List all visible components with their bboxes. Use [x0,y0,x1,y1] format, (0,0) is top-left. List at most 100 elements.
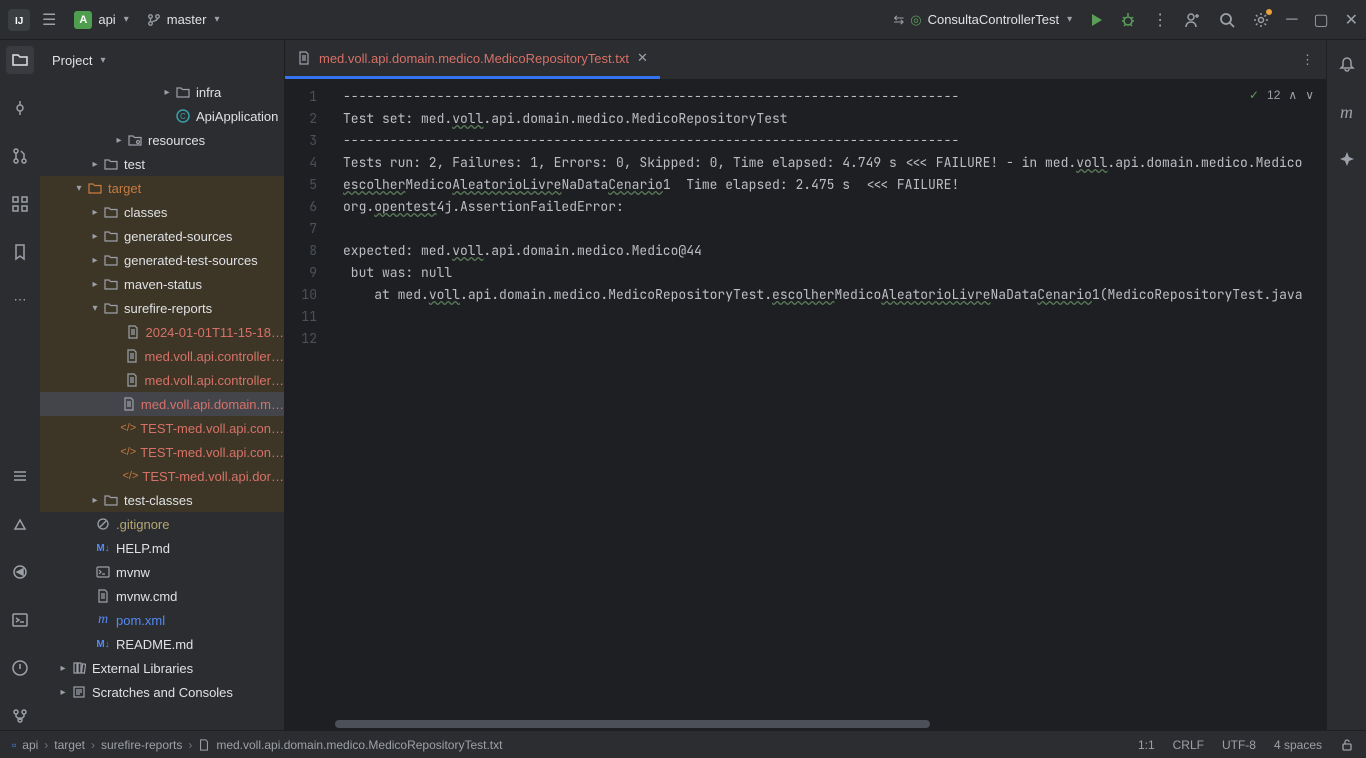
tree-chevron-icon[interactable]: ▸ [88,495,102,506]
run-config-selector[interactable]: ⇆ ◎ ConsultaControllerTest ▾ [893,12,1072,28]
tree-chevron-icon[interactable]: ▸ [88,255,102,266]
tree-item[interactable]: ▸resources [40,128,284,152]
tree-chevron-icon[interactable]: ▸ [88,279,102,290]
structure-tool-icon[interactable] [6,190,34,218]
tree-item[interactable]: med.voll.api.controller… [40,344,284,368]
right-tool-strip: m [1326,40,1366,730]
tree-chevron-icon[interactable]: ▾ [88,303,102,314]
tree-item[interactable]: ▸infra [40,80,284,104]
pull-requests-icon[interactable] [6,142,34,170]
minimize-icon[interactable]: ─ [1286,11,1297,29]
tree-item[interactable]: 2024-01-01T11-15-18… [40,320,284,344]
close-tab-icon[interactable]: ✕ [637,50,648,66]
bookmarks-tool-icon[interactable] [6,238,34,266]
tree-item[interactable]: med.voll.api.controller… [40,368,284,392]
readonly-lock-icon[interactable] [1340,738,1354,752]
tree-item[interactable]: ▾surefire-reports [40,296,284,320]
tree-item[interactable]: .gitignore [40,512,284,536]
maven-tool-icon[interactable]: m [1333,98,1361,126]
tree-item[interactable]: mvnw [40,560,284,584]
services-tool-icon[interactable] [6,558,34,586]
tree-item[interactable]: ▸test [40,152,284,176]
todo-tool-icon[interactable] [6,462,34,490]
more-tools-icon[interactable]: ⋯ [6,286,34,314]
project-tree[interactable]: ▸infraCApiApplication▸resources▸test▾tar… [40,80,284,730]
tree-item[interactable]: M↓README.md [40,632,284,656]
tree-item[interactable]: ▸External Libraries [40,656,284,680]
build-tool-icon[interactable] [6,510,34,538]
line-separator[interactable]: CRLF [1173,738,1204,752]
vcs-tool-icon[interactable] [6,702,34,730]
tree-chevron-icon[interactable]: ▾ [72,183,86,194]
caret-position[interactable]: 1:1 [1138,738,1155,752]
editor-body[interactable]: 123456789101112 ------------------------… [285,80,1326,718]
close-icon[interactable]: ✕ [1345,10,1358,30]
vcs-branch[interactable]: master ▾ [147,12,220,27]
tree-item[interactable]: ▸test-classes [40,488,284,512]
tree-item[interactable]: M↓HELP.md [40,536,284,560]
project-tool-icon[interactable] [6,46,34,74]
horizontal-scrollbar[interactable] [335,718,1326,730]
code-content[interactable]: ----------------------------------------… [335,80,1326,718]
breadcrumb-segment[interactable]: surefire-reports [101,738,182,752]
tree-item[interactable]: ▸generated-test-sources [40,248,284,272]
tree-item[interactable]: </>TEST-med.voll.api.dor… [40,464,284,488]
ai-assistant-icon[interactable] [1333,146,1361,174]
maximize-icon[interactable]: ▢ [1313,10,1328,30]
project-selector[interactable]: A api ▾ [68,9,134,31]
main-menu-icon[interactable]: ☰ [42,10,56,30]
tree-node-label: README.md [116,637,193,652]
tree-node-icon [124,373,140,387]
tree-item[interactable]: med.voll.api.domain.m… [40,392,284,416]
tree-item[interactable]: mvnw.cmd [40,584,284,608]
tree-node-label: 2024-01-01T11-15-18… [145,325,284,340]
tree-chevron-icon[interactable]: ▸ [88,231,102,242]
tree-item[interactable]: ▸classes [40,200,284,224]
tree-item[interactable]: CApiApplication [40,104,284,128]
code-with-me-icon[interactable] [1184,11,1202,29]
project-panel: Project ▾ ▸infraCApiApplication▸resource… [40,40,285,730]
tree-item[interactable]: ▸Scratches and Consoles [40,680,284,704]
indent-settings[interactable]: 4 spaces [1274,738,1322,752]
tree-node-icon [124,349,140,363]
tree-node-label: TEST-med.voll.api.dor… [142,469,284,484]
project-badge-icon: A [74,11,92,29]
branch-name: master [167,12,207,27]
breadcrumb-segment[interactable]: med.voll.api.domain.medico.MedicoReposit… [216,738,502,752]
tree-item[interactable]: mpom.xml [40,608,284,632]
tree-chevron-icon[interactable]: ▸ [160,87,174,98]
tree-item[interactable]: ▾target [40,176,284,200]
prev-highlight-icon[interactable]: ∧ [1288,88,1297,102]
editor-tab[interactable]: med.voll.api.domain.medico.MedicoReposit… [285,40,660,79]
problems-tool-icon[interactable] [6,654,34,682]
tree-item[interactable]: ▸generated-sources [40,224,284,248]
tree-chevron-icon[interactable]: ▸ [88,207,102,218]
commit-tool-icon[interactable] [6,94,34,122]
tree-item[interactable]: </>TEST-med.voll.api.con… [40,440,284,464]
scrollbar-thumb[interactable] [335,720,930,728]
debug-button[interactable] [1120,12,1136,28]
tree-item[interactable]: </>TEST-med.voll.api.con… [40,416,284,440]
file-encoding[interactable]: UTF-8 [1222,738,1256,752]
tree-chevron-icon[interactable]: ▸ [88,159,102,170]
project-panel-header[interactable]: Project ▾ [40,40,284,80]
settings-icon[interactable] [1252,11,1270,29]
next-highlight-icon[interactable]: ∨ [1305,88,1314,102]
tree-node-label: mvnw.cmd [116,589,177,604]
more-actions-icon[interactable]: ⋮ [1152,10,1168,30]
tree-chevron-icon[interactable]: ▸ [56,663,70,674]
breadcrumb[interactable]: ▫ api › target › surefire-reports › med.… [12,738,502,752]
tree-node-icon [86,181,104,195]
search-icon[interactable] [1218,11,1236,29]
inspection-widget[interactable]: ✓ 12 ∧ ∨ [1249,88,1314,102]
breadcrumb-segment[interactable]: target [54,738,85,752]
tree-chevron-icon[interactable]: ▸ [112,135,126,146]
tree-chevron-icon[interactable]: ▸ [56,687,70,698]
terminal-tool-icon[interactable] [6,606,34,634]
tree-item[interactable]: ▸maven-status [40,272,284,296]
run-button[interactable] [1088,12,1104,28]
tree-node-label: ApiApplication [196,109,278,124]
breadcrumb-segment[interactable]: api [22,738,38,752]
tab-menu-icon[interactable]: ⋮ [1289,40,1326,79]
notifications-tool-icon[interactable] [1333,50,1361,78]
